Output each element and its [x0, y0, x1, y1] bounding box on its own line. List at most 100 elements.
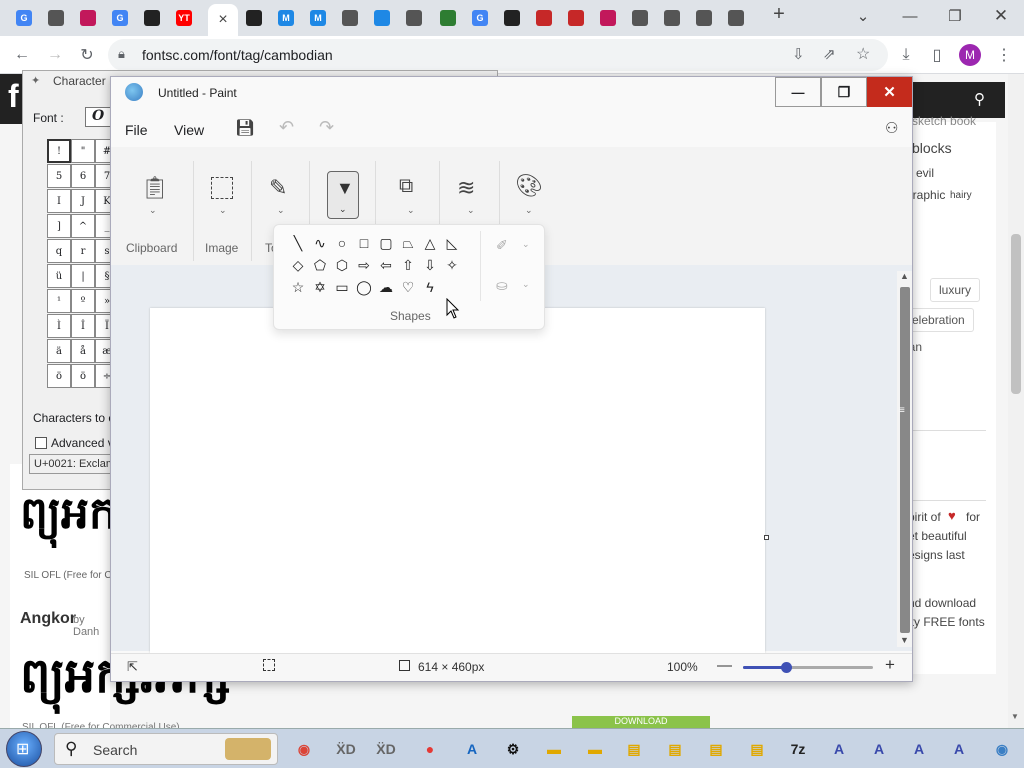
side-panel-icon[interactable]: ▯	[927, 45, 947, 65]
pentagon-shape-icon[interactable]: ⬠	[310, 255, 330, 275]
selection-icon[interactable]	[211, 177, 233, 199]
browser-tab[interactable]	[626, 5, 654, 31]
charmap-cell[interactable]: I	[47, 189, 71, 213]
taskbar-folder-icon[interactable]: ▤	[658, 733, 692, 765]
browser-tab[interactable]	[240, 5, 268, 31]
paint-close-button[interactable]: ✕	[867, 77, 912, 107]
five-point-star-shape-icon[interactable]: ☆	[288, 277, 308, 297]
save-icon[interactable]: 💾︎	[235, 118, 255, 138]
browser-tab[interactable]	[434, 5, 462, 31]
colors-palette-icon[interactable]: 🎨︎	[515, 173, 543, 199]
taskbar-app-icon[interactable]: ẌD	[369, 733, 403, 765]
redo-icon[interactable]: ↷	[319, 117, 334, 138]
oval-shape-icon[interactable]: ○	[332, 233, 352, 253]
canvas-scrollbar-thumb[interactable]	[900, 287, 910, 633]
zoom-slider[interactable]	[743, 662, 873, 673]
browser-tab[interactable]	[336, 5, 364, 31]
browser-maximize-button[interactable]: ❐	[940, 6, 970, 26]
reload-icon[interactable]: ↻	[77, 45, 97, 65]
charmap-cell[interactable]: q	[47, 239, 71, 263]
taskbar-folder-icon[interactable]: ▬	[578, 733, 612, 765]
charmap-cell[interactable]: ¹	[47, 289, 71, 313]
browser-tab[interactable]: YT	[170, 5, 198, 31]
charmap-cell[interactable]: !	[47, 139, 71, 163]
charmap-cell[interactable]: Î	[71, 314, 95, 338]
oval-callout-shape-icon[interactable]: ◯	[354, 277, 374, 297]
line-shape-icon[interactable]: ╲	[288, 233, 308, 253]
charmap-cell[interactable]: ]	[47, 214, 71, 238]
taskbar-font-app-icon[interactable]: A	[902, 733, 936, 765]
diamond-shape-icon[interactable]: ◇	[288, 255, 308, 275]
charmap-cell[interactable]: |	[71, 264, 95, 288]
triangle-shape-icon[interactable]: △	[420, 233, 440, 253]
taskbar-folder-icon[interactable]: ▤	[617, 733, 651, 765]
down-arrow-shape-icon[interactable]: ⇩	[420, 255, 440, 275]
browser-minimize-button[interactable]: —	[895, 6, 925, 26]
bookmark-star-icon[interactable]: ☆	[856, 44, 870, 64]
paint-maximize-button[interactable]: ❐	[821, 77, 867, 107]
page-scrollbar-thumb[interactable]	[1011, 234, 1021, 394]
tag-luxury[interactable]: luxury	[930, 278, 981, 302]
font-author[interactable]: by Danh	[73, 614, 110, 638]
downloads-icon[interactable]: ⤓	[896, 45, 916, 65]
browser-tab[interactable]	[74, 5, 102, 31]
forward-icon[interactable]: →	[45, 45, 65, 65]
install-app-icon[interactable]: ⇩	[792, 45, 805, 63]
charmap-cell[interactable]: 6	[71, 164, 95, 188]
browser-tab[interactable]: G	[10, 5, 38, 31]
taskbar-files-icon[interactable]: A	[455, 733, 489, 765]
browser-tab[interactable]	[658, 5, 686, 31]
lock-icon[interactable]: 🔒︎	[118, 46, 125, 62]
menu-icon[interactable]: ⋮	[994, 45, 1014, 65]
taskbar-folder-icon[interactable]: ▤	[699, 733, 733, 765]
start-button[interactable]: ⊞	[6, 731, 42, 767]
paint-title-bar[interactable]: Untitled - Paint — ❐ ✕	[111, 77, 912, 109]
taskbar-paint-icon[interactable]: ◉	[985, 733, 1019, 765]
address-bar[interactable]: 🔒︎ fontsc.com/font/tag/cambodian ⇩ ⇗ ☆	[108, 39, 888, 71]
browser-tab[interactable]	[368, 5, 396, 31]
browser-tab[interactable]	[400, 5, 428, 31]
cloud-callout-shape-icon[interactable]: ☁	[376, 277, 396, 297]
undo-icon[interactable]: ↶	[279, 117, 294, 138]
profile-avatar[interactable]: M	[959, 44, 981, 66]
menu-file[interactable]: File	[125, 122, 148, 138]
right-triangle-shape-icon[interactable]: ◺	[442, 233, 462, 253]
browser-tab[interactable]: M	[272, 5, 300, 31]
site-search-bar[interactable]: ⚲	[900, 82, 1005, 118]
canvas-scrollbar[interactable]: ▲ ≡ ▼	[897, 271, 912, 647]
sidebar-word[interactable]: blocks	[912, 140, 952, 156]
menu-view[interactable]: View	[174, 122, 204, 138]
browser-tab[interactable]	[138, 5, 166, 31]
heart-shape-icon[interactable]: ♡	[398, 277, 418, 297]
taskbar-sevenzip-icon[interactable]: 7z	[781, 733, 815, 765]
browser-tab[interactable]	[498, 5, 526, 31]
browser-tab[interactable]: G	[106, 5, 134, 31]
right-arrow-shape-icon[interactable]: ⇨	[354, 255, 374, 275]
new-tab-button[interactable]: +	[764, 3, 794, 25]
charmap-cell[interactable]: 5	[47, 164, 71, 188]
clipboard-icon[interactable]: 📋︎	[141, 175, 169, 201]
taskbar-chrome-icon[interactable]: ◉	[287, 733, 321, 765]
tab-active-close-icon[interactable]: ×	[208, 4, 238, 36]
charmap-cell[interactable]: ö	[47, 364, 71, 388]
brushes-button[interactable]: ▼ ⌄	[327, 171, 359, 219]
zoom-in-button[interactable]: +	[885, 655, 895, 675]
page-scrollbar[interactable]: ▼	[1008, 74, 1024, 728]
curve-shape-icon[interactable]: ∿	[310, 233, 330, 253]
shapes-icon[interactable]: ⧉	[399, 175, 413, 198]
left-arrow-shape-icon[interactable]: ⇦	[376, 255, 396, 275]
hexagon-shape-icon[interactable]: ⬡	[332, 255, 352, 275]
taskbar-app-icon[interactable]: ẌD	[329, 733, 363, 765]
font-name-link[interactable]: Angkor	[20, 610, 76, 628]
taskbar-settings-icon[interactable]: ⚙	[496, 733, 530, 765]
sidebar-word[interactable]: hairy	[950, 190, 972, 201]
charmap-cell[interactable]: r	[71, 239, 95, 263]
browser-tab[interactable]	[690, 5, 718, 31]
share-icon[interactable]: ⇗	[823, 45, 836, 63]
lightning-shape-icon[interactable]: ϟ	[420, 277, 440, 297]
up-arrow-shape-icon[interactable]: ⇧	[398, 255, 418, 275]
zoom-out-button[interactable]: —	[717, 657, 732, 674]
browser-tab[interactable]: G	[466, 5, 494, 31]
charmap-cell[interactable]: ä	[47, 339, 71, 363]
browser-tab[interactable]	[722, 5, 750, 31]
